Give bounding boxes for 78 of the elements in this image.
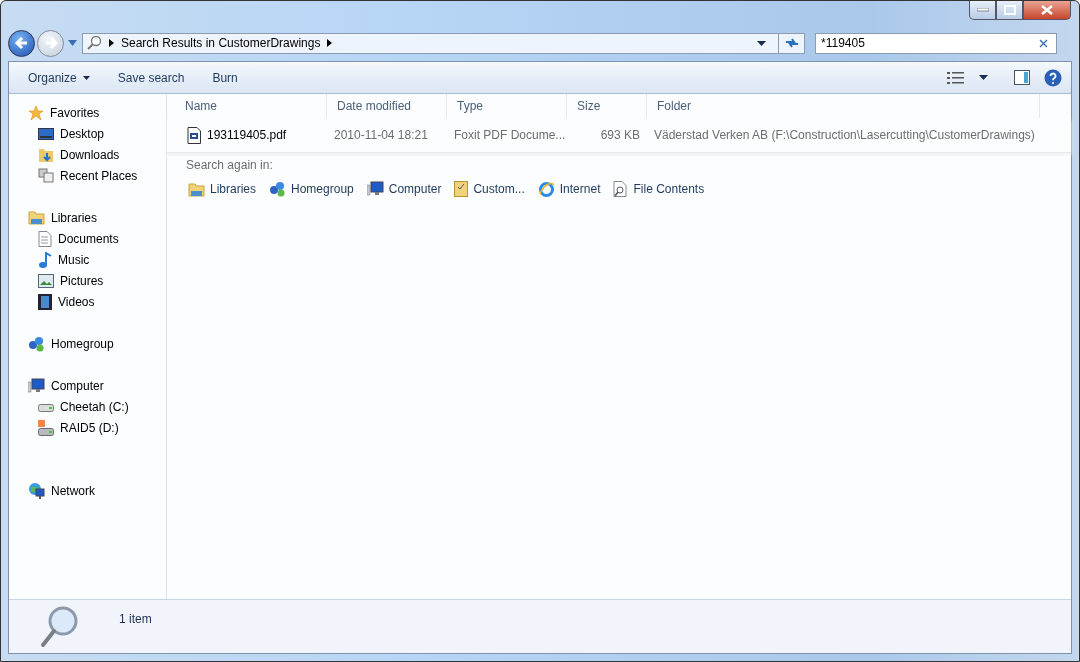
navigation-item[interactable]: Documents: [9, 228, 166, 249]
document-search-icon: [613, 181, 629, 197]
navigation-item[interactable]: Recent Places: [9, 165, 166, 186]
navigation-item[interactable]: Cheetah (C:): [9, 396, 166, 417]
maximize-button[interactable]: [996, 1, 1023, 20]
folder-icon: [454, 181, 469, 197]
navigation-item[interactable]: Computer: [9, 375, 166, 396]
monitor-icon: [38, 126, 54, 141]
navigation-item[interactable]: Homegroup: [9, 333, 166, 354]
magnifier-icon: [39, 604, 79, 649]
folder-cell: Väderstad Verken AB (F:\Construction\Lasercutting\CustomerDrawings): [654, 128, 1035, 142]
toolbar-button[interactable]: Save search: [107, 66, 195, 89]
picture-icon: [38, 273, 54, 288]
search-location-link[interactable]: File Contents: [613, 178, 705, 200]
navigation-item[interactable]: Pictures: [9, 270, 166, 291]
music-note-icon: [38, 251, 52, 268]
navigation-item[interactable]: RAID5 (D:): [9, 417, 166, 438]
column-header[interactable]: Type: [447, 94, 567, 118]
column-header[interactable]: Date modified: [327, 94, 447, 118]
globe-icon: [537, 180, 555, 198]
close-icon: [1041, 5, 1053, 15]
clear-icon[interactable]: [1039, 38, 1048, 48]
search-location-link[interactable]: Computer: [366, 178, 442, 200]
drive-icon: [38, 401, 54, 412]
network-icon: [269, 181, 287, 197]
navigation-item[interactable]: Favorites: [9, 102, 166, 123]
window-icon: [38, 167, 54, 184]
column-header[interactable]: Name: [167, 94, 327, 118]
address-path: Search Results in CustomerDrawings: [121, 36, 321, 50]
search-again-label: Search again in:: [186, 158, 273, 172]
preview-pane-icon[interactable]: [1014, 70, 1030, 85]
view-options-icon[interactable]: [947, 70, 965, 85]
network-icon: [28, 335, 45, 352]
search-location-link[interactable]: Homegroup: [269, 178, 354, 200]
navigation-item[interactable]: Music: [9, 249, 166, 270]
dropdown-icon[interactable]: [757, 40, 766, 46]
search-location-link[interactable]: Internet: [537, 178, 601, 200]
folder-icon: [188, 181, 205, 197]
size-cell: 693 KB: [600, 128, 640, 142]
network-icon: [28, 482, 45, 499]
search-field[interactable]: *119405: [815, 32, 1057, 54]
computer-icon: [366, 181, 384, 197]
drive-icon: [38, 419, 54, 436]
search-location-link[interactable]: Custom...: [454, 178, 525, 200]
toolbar-button[interactable]: Organize: [18, 66, 100, 89]
address-bar[interactable]: Search Results in CustomerDrawings: [82, 32, 805, 54]
search-icon: [86, 35, 102, 51]
search-location-link[interactable]: Libraries: [188, 178, 257, 200]
caret-icon[interactable]: [68, 40, 77, 46]
folder-icon: [38, 146, 54, 163]
item-count: 1 item: [119, 611, 152, 626]
column-header[interactable]: Size: [567, 94, 647, 118]
help-icon[interactable]: [1044, 68, 1062, 87]
star-icon: [28, 104, 44, 121]
minimize-button[interactable]: [969, 1, 996, 20]
pdf-file-icon: [187, 126, 201, 144]
type-cell: Foxit PDF Docume...: [454, 128, 566, 142]
computer-icon: [28, 377, 45, 394]
minimize-icon: [976, 8, 989, 12]
folder-icon: [28, 210, 45, 225]
navigation-item[interactable]: Desktop: [9, 123, 166, 144]
navigation-item[interactable]: Network: [9, 480, 166, 501]
file-name[interactable]: 193119405.pdf: [207, 128, 287, 142]
maximize-icon: [1003, 5, 1016, 15]
dropdown-icon[interactable]: [979, 75, 988, 80]
navigation-item[interactable]: Videos: [9, 291, 166, 312]
navigation-item[interactable]: Downloads: [9, 144, 166, 165]
document-icon: [38, 230, 52, 247]
back-button[interactable]: [8, 29, 35, 57]
column-header[interactable]: Folder: [647, 94, 1040, 118]
chevron-icon: [109, 39, 114, 47]
chevron-icon[interactable]: [327, 39, 333, 47]
refresh-icon: [783, 36, 800, 50]
film-icon: [38, 293, 52, 310]
date-cell: 2010-11-04 18:21: [334, 128, 428, 142]
toolbar-button[interactable]: Burn: [202, 66, 248, 89]
navigation-item[interactable]: Libraries: [9, 207, 166, 228]
close-button[interactable]: [1023, 1, 1071, 20]
